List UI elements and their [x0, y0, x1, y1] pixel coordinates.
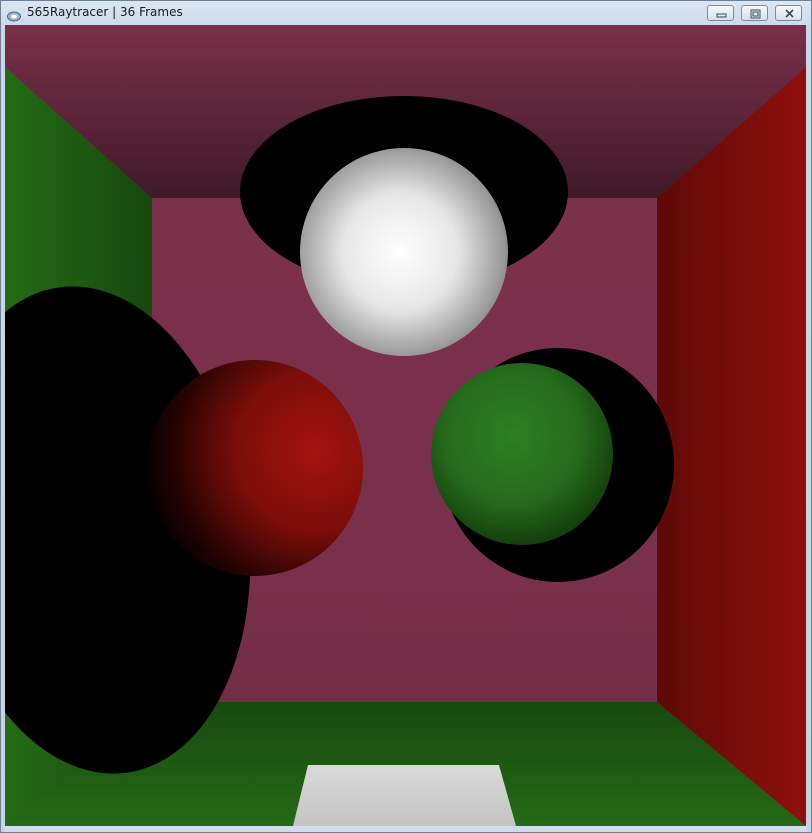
window-title: 565Raytracer | 36 Frames [27, 5, 183, 19]
minimize-icon [716, 13, 727, 18]
restore-icon [750, 9, 761, 19]
maximize-button[interactable] [741, 5, 768, 21]
window-bottom-frame [5, 826, 806, 832]
green-sphere [431, 363, 613, 545]
app-icon [7, 7, 21, 22]
raytraced-scene [5, 25, 806, 826]
close-icon [785, 9, 794, 18]
minimize-button[interactable] [707, 5, 734, 21]
close-button[interactable] [775, 5, 802, 21]
render-viewport[interactable] [5, 25, 806, 826]
red-sphere [147, 360, 363, 576]
app-window: 565Raytracer | 36 Frames [0, 0, 812, 833]
white-sphere [300, 148, 508, 356]
area-light [293, 765, 516, 826]
right-wall [657, 67, 806, 826]
title-bar[interactable]: 565Raytracer | 36 Frames [1, 1, 811, 25]
